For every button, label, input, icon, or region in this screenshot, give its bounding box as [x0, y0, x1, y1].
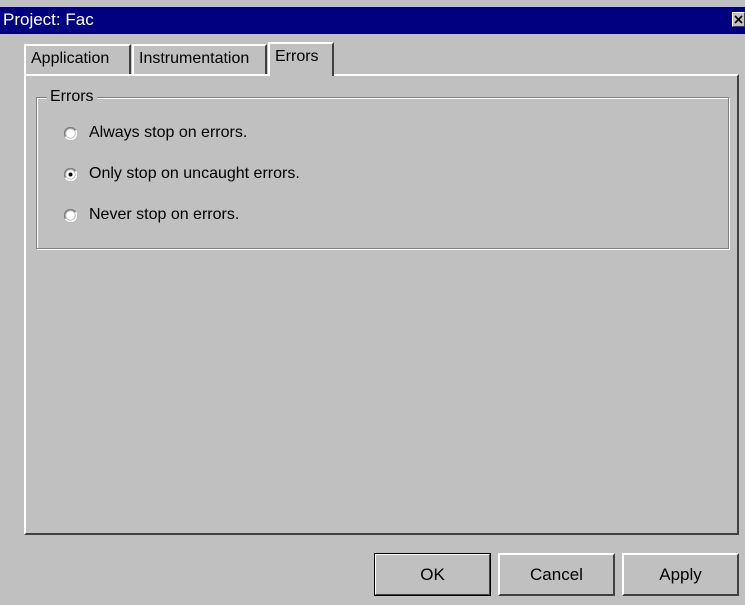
- radio-never-stop-label: Never stop on errors.: [89, 206, 240, 223]
- title-bar[interactable]: Project: Fac: [0, 7, 745, 34]
- tab-errors-label: Errors: [275, 48, 319, 65]
- tab-application[interactable]: Application: [24, 44, 131, 74]
- cancel-button[interactable]: Cancel: [498, 553, 615, 596]
- radio-always-stop-label: Always stop on errors.: [89, 124, 248, 141]
- tab-instrumentation[interactable]: Instrumentation: [132, 44, 267, 74]
- tab-errors[interactable]: Errors: [268, 42, 334, 78]
- radio-never-stop[interactable]: Never stop on errors.: [64, 204, 239, 226]
- project-dialog: Project: Fac Application Instrumentation…: [0, 0, 745, 605]
- tab-application-label: Application: [31, 50, 110, 67]
- errors-groupbox: Errors Always stop on errors. Only stop …: [36, 87, 729, 249]
- window-title: Project: Fac: [3, 10, 94, 29]
- errors-tab-panel: Errors Always stop on errors. Only stop …: [24, 74, 739, 535]
- radio-button-unchecked-icon[interactable]: [64, 126, 77, 140]
- close-button[interactable]: [732, 12, 745, 27]
- close-icon: [734, 15, 743, 24]
- radio-always-stop[interactable]: Always stop on errors.: [64, 122, 247, 144]
- apply-button[interactable]: Apply: [622, 553, 739, 596]
- radio-only-uncaught[interactable]: Only stop on uncaught errors.: [64, 163, 300, 185]
- errors-group-legend: Errors: [47, 87, 97, 107]
- radio-only-uncaught-label: Only stop on uncaught errors.: [89, 165, 300, 182]
- radio-button-checked-icon[interactable]: [64, 167, 77, 181]
- tab-instrumentation-label: Instrumentation: [139, 50, 250, 67]
- ok-button[interactable]: OK: [374, 553, 491, 596]
- radio-button-unchecked-icon[interactable]: [64, 208, 77, 222]
